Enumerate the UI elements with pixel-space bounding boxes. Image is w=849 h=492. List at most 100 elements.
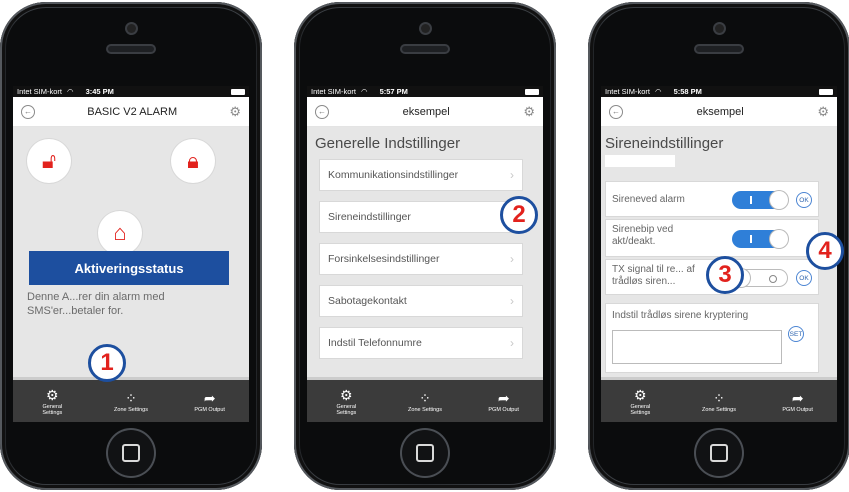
encryption-row: Indstil trådløs sirene kryptering SET bbox=[605, 303, 819, 373]
nav-bar: ← eksempel ⚙ bbox=[601, 97, 837, 127]
share-arrow-icon: ➦ bbox=[791, 389, 804, 406]
callout-3: 3 bbox=[706, 256, 744, 294]
chevron-right-icon: › bbox=[510, 294, 514, 308]
tab-zone-settings[interactable]: ⁘ Zone Settings bbox=[92, 380, 171, 422]
carrier-label: Intet SIM-kort bbox=[311, 87, 357, 96]
speaker-grille bbox=[402, 46, 448, 52]
set-label: SET bbox=[789, 330, 803, 338]
section-heading: Sireneindstillinger bbox=[605, 135, 724, 152]
tab-bar: ⚙ General Settings ⁘ Zone Settings ➦ PGM Ou… bbox=[307, 377, 543, 422]
menu-item-label: Forsinkelsesindstillinger bbox=[328, 253, 440, 265]
home-arm-button[interactable]: ⌂ bbox=[98, 211, 142, 255]
page-title: BASIC V2 ALARM bbox=[87, 105, 178, 118]
settings-gear-icon[interactable]: ⚙ bbox=[229, 104, 241, 120]
description-text: Denne A...rer din alarm med SMS'er...bet… bbox=[27, 291, 165, 317]
menu-item-delay[interactable]: Forsinkelsesindstillinger › bbox=[319, 243, 523, 275]
tab-zone-settings[interactable]: ⁘ Zone Settings bbox=[386, 380, 465, 422]
speaker-grille bbox=[696, 46, 742, 52]
siren-beep-toggle[interactable] bbox=[732, 230, 788, 248]
tab-general-settings[interactable]: ⚙ General Settings bbox=[13, 380, 92, 422]
tab-general-settings[interactable]: ⚙ General Settings bbox=[601, 380, 680, 422]
set-button[interactable]: SET bbox=[788, 326, 804, 342]
tab-label: Zone Settings bbox=[408, 406, 442, 413]
activation-status-button[interactable]: Aktiveringsstatus bbox=[29, 251, 229, 285]
tab-pgm-output[interactable]: ➦ PGM Output bbox=[758, 380, 837, 422]
clock: 5:58 PM bbox=[673, 87, 702, 96]
menu-item-phone-numbers[interactable]: Indstil Telefonnumre › bbox=[319, 327, 523, 359]
menu-item-label: Indstil Telefonnumre bbox=[328, 337, 422, 349]
battery-icon bbox=[819, 88, 833, 95]
unlock-button[interactable]: 🔓︎ bbox=[27, 139, 71, 183]
battery-icon bbox=[231, 88, 245, 95]
tab-general-settings[interactable]: ⚙ General Settings bbox=[307, 380, 386, 422]
chevron-right-icon: › bbox=[510, 252, 514, 266]
gear-icon: ⚙ bbox=[634, 386, 647, 403]
page-title: eksempel bbox=[696, 105, 744, 118]
camera-icon bbox=[421, 24, 430, 33]
back-arrow-icon[interactable]: ← bbox=[315, 104, 329, 119]
camera-icon bbox=[127, 24, 136, 33]
tab-label: General Settings bbox=[630, 403, 651, 416]
ok-label: OK bbox=[799, 274, 809, 282]
unlock-icon: 🔓︎ bbox=[41, 148, 57, 173]
siren-alarm-toggle[interactable] bbox=[732, 191, 788, 209]
clock: 5:57 PM bbox=[379, 87, 408, 96]
status-bar: Intet SIM-kort ◠ 5:57 PM bbox=[307, 86, 543, 97]
tab-label: Zone Settings bbox=[114, 406, 148, 413]
menu-item-label: Sireneindstillinger bbox=[328, 211, 411, 223]
lock-button[interactable]: 🔒︎ bbox=[171, 139, 215, 183]
settings-gear-icon[interactable]: ⚙ bbox=[817, 104, 829, 120]
menu-item-communication[interactable]: Kommunikationsindstillinger › bbox=[319, 159, 523, 191]
battery-icon bbox=[525, 88, 539, 95]
ok-label: OK bbox=[799, 196, 809, 204]
home-button[interactable] bbox=[402, 430, 448, 476]
ok-button[interactable]: OK bbox=[796, 192, 812, 208]
house-icon: ⌂ bbox=[113, 220, 127, 245]
grid-dots-icon: ⁘ bbox=[125, 389, 137, 406]
tab-pgm-output[interactable]: ➦ PGM Output bbox=[464, 380, 543, 422]
screen-general-settings: Intet SIM-kort ◠ 5:57 PM ← eksempel ⚙ Ge… bbox=[307, 86, 543, 422]
tab-bar: ⚙ General Settings ⁘ Zone Settings ➦ PGM Ou… bbox=[601, 377, 837, 422]
nav-bar: ← BASIC V2 ALARM ⚙ bbox=[13, 97, 249, 127]
row-label: Sireneved alarm bbox=[612, 194, 685, 205]
row-label: Sirenebip ved akt/deakt. bbox=[612, 224, 674, 247]
tab-label: General Settings bbox=[336, 403, 357, 416]
menu-item-siren[interactable]: Sireneindstillinger› bbox=[319, 201, 523, 233]
status-bar: Intet SIM-kort ◠ 3:45 PM bbox=[13, 86, 249, 97]
callout-1: 1 bbox=[88, 344, 126, 382]
lock-icon: 🔒︎ bbox=[187, 148, 199, 173]
carrier-label: Intet SIM-kort bbox=[17, 87, 63, 96]
wifi-icon: ◠ bbox=[655, 87, 662, 96]
speaker-grille bbox=[108, 46, 154, 52]
menu-item-label: Kommunikationsindstillinger bbox=[328, 169, 459, 181]
screen-basic-alarm: Intet SIM-kort ◠ 3:45 PM ← BASIC V2 ALAR… bbox=[13, 86, 249, 422]
wifi-icon: ◠ bbox=[67, 87, 74, 96]
camera-icon bbox=[715, 24, 724, 33]
home-button[interactable] bbox=[108, 430, 154, 476]
home-button[interactable] bbox=[696, 430, 742, 476]
tab-zone-settings[interactable]: ⁘ Zone Settings bbox=[680, 380, 759, 422]
row-label: Indstil trådløs sirene kryptering bbox=[612, 310, 749, 321]
chevron-right-icon: › bbox=[510, 168, 514, 182]
siren-alarm-row: Sireneved alarm OK bbox=[605, 181, 819, 217]
menu-item-tamper[interactable]: Sabotagekontakt › bbox=[319, 285, 523, 317]
settings-gear-icon[interactable]: ⚙ bbox=[523, 104, 535, 120]
ok-button[interactable]: OK bbox=[796, 270, 812, 286]
back-arrow-icon[interactable]: ← bbox=[609, 104, 623, 119]
share-arrow-icon: ➦ bbox=[203, 389, 216, 406]
main-panel: Generelle Indstillinger Kommunikationsin… bbox=[307, 127, 543, 380]
tab-label: PGM Output bbox=[194, 406, 225, 413]
tab-bar: ⚙ General Settings ⁘ Zone Settings ➦ PGM Ou… bbox=[13, 377, 249, 422]
phone-frame-2: Intet SIM-kort ◠ 5:57 PM ← eksempel ⚙ Ge… bbox=[294, 2, 556, 490]
tab-label: PGM Output bbox=[488, 406, 519, 413]
back-arrow-icon[interactable]: ← bbox=[21, 104, 35, 119]
wifi-icon: ◠ bbox=[361, 87, 368, 96]
tab-label: Zone Settings bbox=[702, 406, 736, 413]
tab-pgm-output[interactable]: ➦ PGM Output bbox=[170, 380, 249, 422]
blank-bar bbox=[605, 155, 675, 167]
menu-item-label: Sabotagekontakt bbox=[328, 295, 407, 307]
grid-dots-icon: ⁘ bbox=[419, 389, 431, 406]
siren-beep-row: Sirenebip ved akt/deakt. bbox=[605, 219, 819, 257]
encryption-input[interactable] bbox=[612, 330, 782, 364]
section-heading: Generelle Indstillinger bbox=[315, 135, 461, 152]
